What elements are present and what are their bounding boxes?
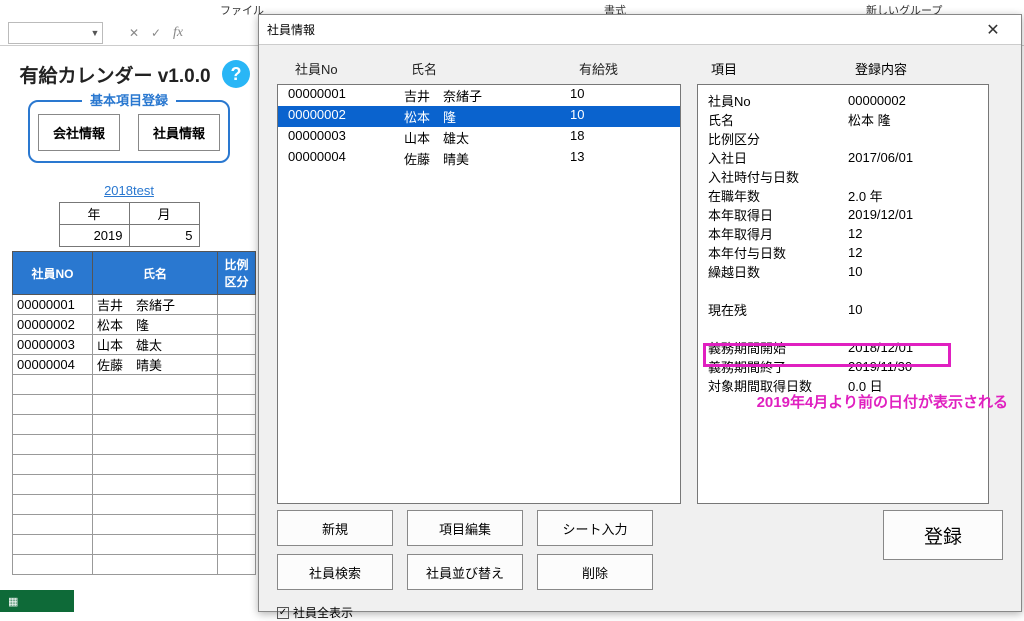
detail-header: 項目 登録内容 bbox=[697, 55, 989, 84]
table-row[interactable] bbox=[13, 395, 256, 415]
company-info-button[interactable]: 会社情報 bbox=[38, 114, 120, 151]
list-header-remain: 有給残 bbox=[579, 59, 618, 78]
close-icon[interactable]: ✕ bbox=[973, 20, 1013, 40]
list-item[interactable]: 00000004佐藤 晴美13 bbox=[278, 148, 680, 169]
list-header-no: 社員No bbox=[295, 59, 411, 78]
list-item[interactable]: 00000001吉井 奈緒子10 bbox=[278, 85, 680, 106]
table-row[interactable]: 00000004佐藤 晴美 bbox=[13, 355, 256, 375]
year-value[interactable]: 2019 bbox=[59, 225, 129, 247]
year-month-table: 年月 20195 bbox=[59, 202, 200, 247]
show-all-checkbox[interactable]: ✓ bbox=[277, 607, 289, 619]
detail-row: 社員No00000002 bbox=[708, 91, 978, 110]
dialog-title: 社員情報 bbox=[267, 21, 973, 38]
detail-row bbox=[708, 281, 978, 300]
list-header: 社員No 氏名 有給残 bbox=[277, 55, 681, 84]
help-button[interactable]: ? bbox=[222, 60, 250, 88]
employee-table: 社員NO 氏名 比例 区分 00000001吉井 奈緒子00000002松本 隆… bbox=[12, 251, 256, 575]
table-row[interactable] bbox=[13, 415, 256, 435]
detail-row: 繰越日数10 bbox=[708, 262, 978, 281]
detail-row: 氏名松本 隆 bbox=[708, 110, 978, 129]
detail-header-key: 項目 bbox=[711, 59, 855, 78]
detail-row: 現在残10 bbox=[708, 300, 978, 319]
table-row[interactable] bbox=[13, 535, 256, 555]
table-row[interactable] bbox=[13, 475, 256, 495]
employee-info-button[interactable]: 社員情報 bbox=[138, 114, 220, 151]
detail-box: 社員No00000002氏名松本 隆比例区分入社日2017/06/01入社時付与… bbox=[697, 84, 989, 504]
detail-header-value: 登録内容 bbox=[855, 59, 907, 78]
month-value[interactable]: 5 bbox=[129, 225, 199, 247]
col-emp-name: 氏名 bbox=[93, 252, 218, 295]
detail-row: 在職年数2.0 年 bbox=[708, 186, 978, 205]
table-row[interactable] bbox=[13, 455, 256, 475]
table-row[interactable]: 00000002松本 隆 bbox=[13, 315, 256, 335]
new-button[interactable]: 新規 bbox=[277, 510, 393, 546]
table-row[interactable] bbox=[13, 555, 256, 575]
show-all-label: 社員全表示 bbox=[293, 604, 353, 621]
year-header: 年 bbox=[59, 203, 129, 225]
employee-dialog: 社員情報 ✕ 社員No 氏名 有給残 00000001吉井 奈緒子1000000… bbox=[258, 14, 1022, 612]
register-button[interactable]: 登録 bbox=[883, 510, 1003, 560]
delete-button[interactable]: 削除 bbox=[537, 554, 653, 590]
registration-legend: 基本項目登録 bbox=[82, 90, 176, 109]
table-row[interactable] bbox=[13, 435, 256, 455]
list-item[interactable]: 00000002松本 隆10 bbox=[278, 106, 680, 127]
detail-row bbox=[708, 319, 978, 338]
dialog-titlebar[interactable]: 社員情報 ✕ bbox=[259, 15, 1021, 45]
col-ratio: 比例 区分 bbox=[218, 252, 256, 295]
edit-button[interactable]: 項目編集 bbox=[407, 510, 523, 546]
app-title: 有給カレンダー v1.0.0 bbox=[8, 61, 222, 88]
name-box[interactable]: ▼ bbox=[8, 22, 103, 44]
table-row[interactable] bbox=[13, 495, 256, 515]
table-row[interactable] bbox=[13, 375, 256, 395]
list-header-name: 氏名 bbox=[411, 59, 579, 78]
search-button[interactable]: 社員検索 bbox=[277, 554, 393, 590]
table-row[interactable]: 00000003山本 雄太 bbox=[13, 335, 256, 355]
registration-box: 基本項目登録 会社情報 社員情報 bbox=[28, 100, 230, 163]
table-row[interactable] bbox=[13, 515, 256, 535]
left-pane: 有給カレンダー v1.0.0 ? 基本項目登録 会社情報 社員情報 2018te… bbox=[0, 60, 258, 575]
detail-row: 本年取得日2019/12/01 bbox=[708, 205, 978, 224]
table-row[interactable]: 00000001吉井 奈緒子 bbox=[13, 295, 256, 315]
sort-button[interactable]: 社員並び替え bbox=[407, 554, 523, 590]
confirm-icon[interactable]: ✓ bbox=[145, 26, 167, 40]
detail-row: 本年付与日数12 bbox=[708, 243, 978, 262]
highlight-annotation bbox=[703, 343, 951, 367]
detail-row: 比例区分 bbox=[708, 129, 978, 148]
detail-row: 入社日2017/06/01 bbox=[708, 148, 978, 167]
sheet-input-button[interactable]: シート入力 bbox=[537, 510, 653, 546]
fx-icon[interactable]: fx bbox=[167, 25, 189, 41]
annotation-text: 2019年4月より前の日付が表示される bbox=[757, 391, 1008, 412]
cancel-icon[interactable]: ✕ bbox=[123, 26, 145, 40]
detail-row: 入社時付与日数 bbox=[708, 167, 978, 186]
database-name[interactable]: 2018test bbox=[0, 183, 258, 198]
detail-row: 本年取得月12 bbox=[708, 224, 978, 243]
sheet-tab-icon: ▦ bbox=[8, 595, 18, 608]
sheet-tab[interactable]: ▦ bbox=[0, 590, 74, 612]
col-emp-no: 社員NO bbox=[13, 252, 93, 295]
list-item[interactable]: 00000003山本 雄太18 bbox=[278, 127, 680, 148]
employee-listbox[interactable]: 00000001吉井 奈緒子1000000002松本 隆1000000003山本… bbox=[277, 84, 681, 504]
month-header: 月 bbox=[129, 203, 199, 225]
